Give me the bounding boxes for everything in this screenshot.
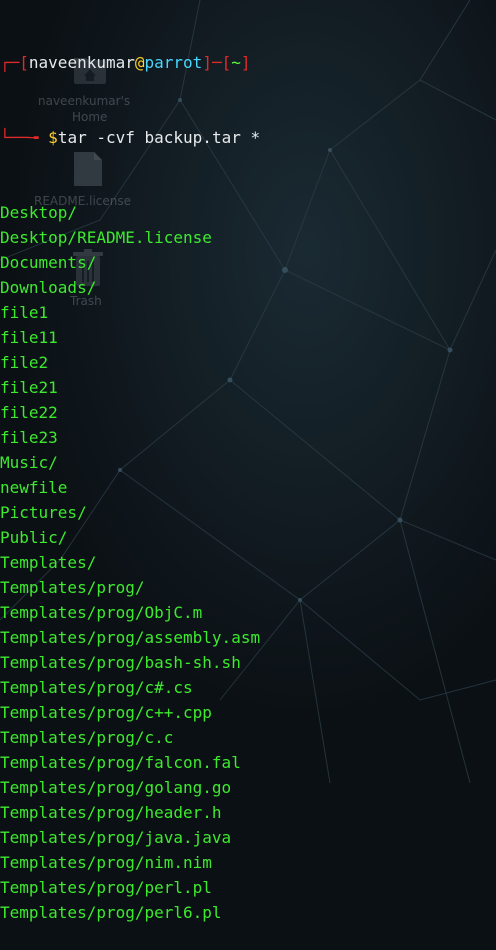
output-line: Templates/prog/bash-sh.sh <box>0 653 241 672</box>
prompt-cwd: ~ <box>231 53 241 72</box>
output-line: Templates/prog/c++.cpp <box>0 703 212 722</box>
output-line: file22 <box>0 403 58 422</box>
command-text: tar -cvf backup.tar * <box>57 128 261 147</box>
prompt-at-sign: @ <box>134 53 145 72</box>
prompt-separator: ─ <box>211 53 222 72</box>
output-line: Templates/prog/golang.go <box>0 778 232 797</box>
output-line: file2 <box>0 353 49 372</box>
output-line: Downloads/ <box>0 278 97 297</box>
prompt-line-2: └──╼ $tar -cvf backup.tar * <box>0 125 496 150</box>
prompt-path-bracket-open: [ <box>221 53 232 72</box>
prompt-bracket-open: [ <box>19 53 29 72</box>
output-line: Templates/prog/nim.nim <box>0 853 212 872</box>
output-line: Desktop/ <box>0 203 78 222</box>
prompt-corner-bottom: └──╼ <box>0 128 49 147</box>
output-line: file1 <box>0 303 49 322</box>
prompt-dollar: $ <box>48 128 58 147</box>
prompt-path-bracket-close: ] <box>240 53 251 72</box>
prompt-line-1: ┌─[naveenkumar@parrot]─[~] <box>0 50 496 75</box>
output-line: Desktop/README.license <box>0 228 212 247</box>
tar-output-list: Desktop/Desktop/README.license Documents/… <box>0 200 496 925</box>
prompt-hostname: parrot <box>144 53 203 72</box>
terminal-output-area[interactable]: ┌─[naveenkumar@parrot]─[~] └──╼ $tar -cv… <box>0 0 496 950</box>
output-line: file11 <box>0 328 58 347</box>
output-line: Templates/prog/ <box>0 578 145 597</box>
output-line: Templates/ <box>0 553 97 572</box>
output-line: Documents/ <box>0 253 97 272</box>
prompt-bracket-close: ] <box>202 53 212 72</box>
output-line: Templates/prog/c.c <box>0 728 174 747</box>
output-line: Templates/prog/ObjC.m <box>0 603 203 622</box>
output-line: Templates/prog/perl6.pl <box>0 903 222 922</box>
output-line: Templates/prog/java.java <box>0 828 232 847</box>
output-line: Templates/prog/perl.pl <box>0 878 212 897</box>
output-line: Templates/prog/assembly.asm <box>0 628 261 647</box>
output-line: Pictures/ <box>0 503 87 522</box>
output-line: Music/ <box>0 453 58 472</box>
output-line: Public/ <box>0 528 68 547</box>
output-line: Templates/prog/header.h <box>0 803 222 822</box>
output-line: Templates/prog/c#.cs <box>0 678 193 697</box>
prompt-corner-top: ┌─ <box>0 53 20 72</box>
prompt-username: naveenkumar <box>28 53 135 72</box>
output-line: file21 <box>0 378 58 397</box>
output-line: file23 <box>0 428 58 447</box>
output-line: Templates/prog/falcon.fal <box>0 753 241 772</box>
output-line: newfile <box>0 478 68 497</box>
